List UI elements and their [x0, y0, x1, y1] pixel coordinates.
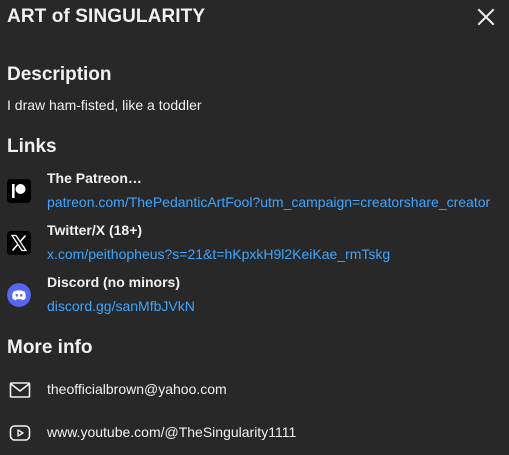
link-item-twitter: Twitter/X (18+) x.com/peithopheus?s=21&t…: [0, 220, 509, 266]
dialog-title: ART of SINGULARITY: [7, 6, 206, 27]
discord-icon: [7, 283, 31, 307]
link-title: The Patreon…: [47, 170, 142, 186]
link-url[interactable]: patreon.com/ThePedanticArtFool?utm_campa…: [47, 194, 490, 210]
info-item-email: theofficialbrown@yahoo.com: [0, 375, 509, 405]
link-title: Twitter/X (18+): [47, 222, 143, 238]
patreon-icon: [7, 179, 31, 203]
links-heading: Links: [7, 136, 57, 157]
link-url[interactable]: x.com/peithopheus?s=21&t=hKpxkH9l2KeiKae…: [47, 246, 390, 262]
close-button[interactable]: [474, 5, 498, 29]
description-heading: Description: [7, 64, 112, 85]
link-item-patreon: The Patreon… patreon.com/ThePedanticArtF…: [0, 168, 509, 214]
x-icon: [7, 231, 31, 255]
close-icon: [474, 5, 498, 29]
about-dialog: ART of SINGULARITY Description I draw ha…: [0, 0, 509, 455]
info-item-channel: www.youtube.com/@TheSingularity1111: [0, 418, 509, 448]
mail-icon: [8, 378, 32, 402]
email-text[interactable]: theofficialbrown@yahoo.com: [47, 381, 227, 397]
channel-url-text[interactable]: www.youtube.com/@TheSingularity1111: [47, 424, 296, 440]
link-title: Discord (no minors): [47, 274, 181, 290]
description-text: I draw ham-fisted, like a toddler: [7, 97, 202, 113]
youtube-icon: [8, 421, 32, 445]
link-item-discord: Discord (no minors) discord.gg/sanMfbJVk…: [0, 272, 509, 318]
more-info-heading: More info: [7, 337, 93, 358]
link-url[interactable]: discord.gg/sanMfbJVkN: [47, 298, 195, 314]
